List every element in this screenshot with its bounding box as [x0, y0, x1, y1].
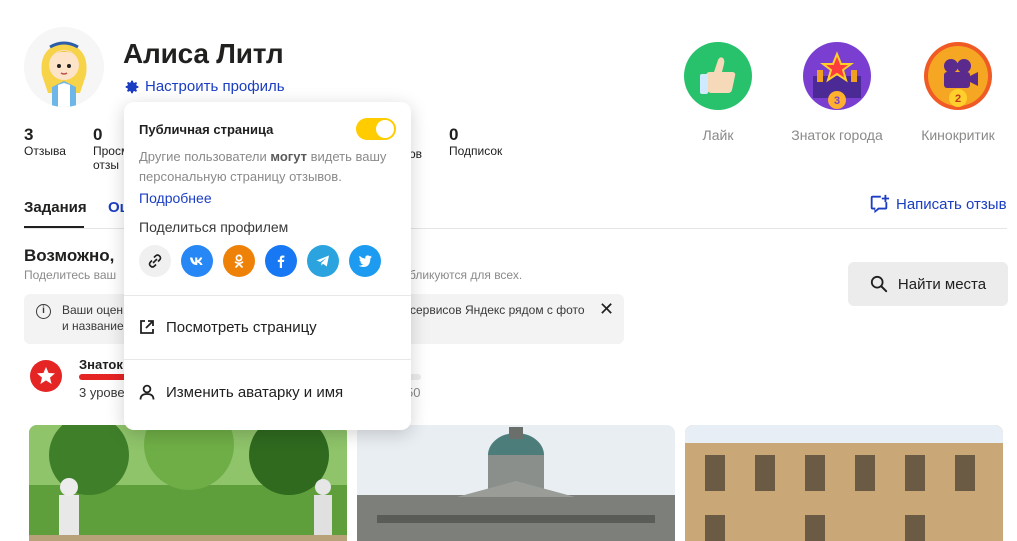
view-page-label: Посмотреть страницу [166, 318, 317, 336]
badge-city-expert-label: Знаток города [791, 127, 883, 143]
section-title: Возможно, [24, 246, 115, 265]
edit-avatar-item[interactable]: Изменить аватарку и имя [138, 383, 343, 401]
share-ok-button[interactable] [223, 245, 255, 277]
share-vk-button[interactable] [181, 245, 213, 277]
public-page-popup: Публичная страница Другие пользователи м… [124, 102, 411, 430]
view-page-item[interactable]: Посмотреть страницу [138, 318, 317, 336]
badge-film-critic[interactable]: 2 Кинокритик [908, 42, 1008, 143]
twitter-icon [358, 255, 372, 267]
info-line1-left: Ваши оцен [62, 303, 124, 317]
popup-divider-2 [124, 359, 411, 360]
close-icon[interactable]: ✕ [599, 299, 614, 320]
badge-like[interactable]: Лайк [668, 42, 768, 143]
write-review-button[interactable]: Написать отзыв [868, 193, 1007, 215]
stat-reviews-value: 3 [24, 125, 34, 144]
section-subtitle-right: бликуются для всех. [409, 268, 523, 282]
settings-profile-link[interactable]: Настроить профиль [124, 78, 285, 95]
write-review-label: Написать отзыв [896, 195, 1007, 213]
film-critic-icon: 2 [924, 42, 992, 110]
badge-like-label: Лайк [702, 127, 734, 143]
gear-icon [125, 80, 139, 93]
search-icon [870, 275, 888, 293]
info-icon: i [36, 304, 51, 319]
public-page-toggle[interactable] [356, 118, 396, 140]
more-link[interactable]: Подробнее [139, 190, 212, 206]
settings-profile-label: Настроить профиль [145, 78, 285, 95]
share-link-button[interactable] [139, 245, 171, 277]
share-facebook-button[interactable] [265, 245, 297, 277]
place-photo-cathedral[interactable] [357, 425, 675, 541]
add-comment-icon [870, 194, 890, 214]
share-profile-label: Поделиться профилем [139, 219, 289, 235]
city-expert-icon: 3 [803, 42, 871, 110]
level-name: Знаток [79, 357, 123, 372]
desc-part1: Другие пользователи [139, 149, 271, 164]
alice-avatar-illustration [24, 27, 104, 107]
ok-icon [234, 254, 244, 268]
share-buttons [139, 245, 381, 277]
telegram-icon [316, 255, 329, 267]
info-line1-right: сервисов Яндекс рядом с фото [410, 303, 585, 317]
stat-reviews-label: Отзыва [24, 144, 66, 158]
tab-tasks[interactable]: Задания [24, 199, 87, 216]
link-icon [148, 254, 162, 268]
share-twitter-button[interactable] [349, 245, 381, 277]
stat-subscriptions[interactable]: 0 Подписок [449, 125, 503, 158]
stat-reviews[interactable]: 3 Отзыва [24, 125, 66, 158]
find-places-button[interactable]: Найти места [848, 262, 1008, 306]
popup-divider-1 [124, 295, 411, 296]
stat-subscriptions-value: 0 [449, 125, 459, 144]
find-places-label: Найти места [897, 275, 987, 293]
external-link-icon [140, 320, 154, 334]
level-star-icon [30, 360, 62, 392]
place-photo-palace[interactable] [685, 425, 1003, 541]
place-photo-garden[interactable] [29, 425, 347, 541]
avatar[interactable] [24, 27, 104, 107]
thumbs-up-icon [684, 42, 752, 110]
public-page-description: Другие пользователи могут видеть вашу пе… [139, 147, 401, 187]
city-expert-level: 3 [834, 95, 840, 107]
badge-film-critic-label: Кинокритик [921, 127, 995, 143]
film-critic-level: 2 [955, 93, 961, 105]
public-page-title: Публичная страница [139, 122, 274, 137]
edit-avatar-label: Изменить аватарку и имя [166, 383, 344, 401]
info-line2-left: и название [62, 319, 124, 333]
toggle-knob [376, 120, 394, 138]
section-subtitle-left: Поделитесь ваш [24, 268, 117, 282]
user-icon [139, 384, 155, 400]
share-telegram-button[interactable] [307, 245, 339, 277]
level-text: 3 урове [79, 385, 125, 400]
profile-name: Алиса Литл [123, 38, 284, 69]
vk-icon [190, 257, 203, 265]
stat-subscriptions-label: Подписок [449, 144, 503, 158]
facebook-icon [277, 255, 285, 268]
desc-bold: могут [270, 149, 307, 164]
badge-city-expert[interactable]: 3 Знаток города [787, 42, 887, 143]
